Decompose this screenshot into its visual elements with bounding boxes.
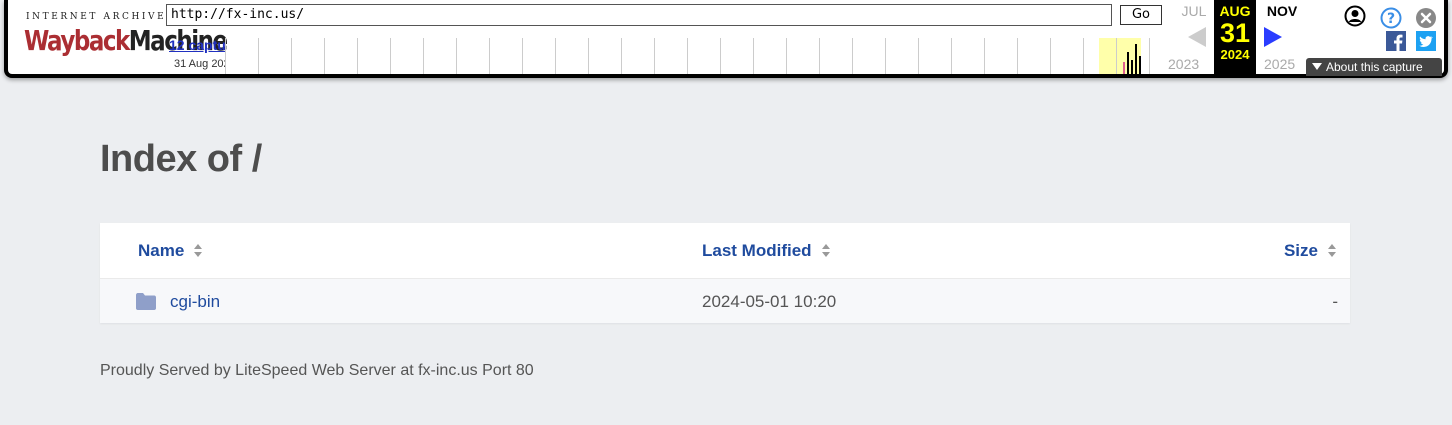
sparkline-year-tick [786,38,787,74]
current-day: 31 [1219,18,1251,48]
column-header-last-modified[interactable]: Last Modified [702,241,832,261]
facebook-icon[interactable] [1386,31,1406,51]
sparkline-year-tick [225,38,226,74]
sparkline-year-tick [555,38,556,74]
captures-date-range: 31 Aug 2024 [174,58,225,70]
go-button[interactable]: Go [1120,5,1162,25]
sparkline-year-tick [522,38,523,74]
page-title: Index of / [100,138,262,180]
sparkline-year-tick [1149,38,1150,74]
file-name-link[interactable]: cgi-bin [170,292,220,312]
caret-down-icon [1312,63,1322,70]
sparkline-year-tick [456,38,457,74]
sort-icon [194,243,204,258]
sparkline-year-tick [1017,38,1018,74]
about-this-capture-label: About this capture [1326,60,1423,74]
sparkline-year-tick [918,38,919,74]
capture-sparkline[interactable] [225,38,1167,74]
sparkline-year-tick [588,38,589,74]
sparkline-year-tick [1083,38,1084,74]
column-header-name-label: Name [138,241,185,260]
server-footer: Proudly Served by LiteSpeed Web Server a… [100,362,534,379]
sparkline-year-tick [291,38,292,74]
internet-archive-label: INTERNET ARCHIVE [26,12,167,22]
sort-icon [821,243,832,258]
sparkline-year-tick [654,38,655,74]
url-input[interactable]: http://fx-inc.us/ [166,4,1112,26]
file-size: - [1332,292,1338,311]
sparkline-year-tick [753,38,754,74]
sparkline-capture-bar [1135,44,1137,74]
prev-year-label[interactable]: 2023 [1168,56,1199,72]
sparkline-capture-bar [1127,52,1129,74]
sparkline-year-tick [720,38,721,74]
column-header-size[interactable]: Size [1284,241,1338,261]
file-last-modified: 2024-05-01 10:20 [702,292,837,311]
sparkline-year-tick [951,38,952,74]
svg-text:?: ? [1387,11,1395,27]
column-header-size-label: Size [1283,241,1318,260]
wordmark-part-wayback: Wayback [24,26,130,58]
sparkline-year-tick [324,38,325,74]
user-icon[interactable] [1344,5,1366,27]
twitter-icon[interactable] [1416,31,1436,51]
sparkline-year-tick [423,38,424,74]
sparkline-year-tick [819,38,820,74]
help-icon[interactable]: ? [1380,7,1402,29]
next-capture-arrow-icon[interactable] [1264,27,1282,47]
current-year: 2024 [1220,47,1250,62]
next-month-label[interactable]: NOV [1262,3,1302,19]
next-year-label[interactable]: 2025 [1264,56,1295,72]
wayback-toolbar: INTERNET ARCHIVE WaybackMachine http://f… [4,0,1448,78]
current-capture-date: AUG 31 2024 [1214,0,1256,74]
sparkline-year-tick [1050,38,1051,74]
sparkline-year-tick [258,38,259,74]
sort-icon [1328,243,1338,258]
wayback-logo[interactable]: INTERNET ARCHIVE WaybackMachine [20,6,228,66]
column-header-name[interactable]: Name [138,241,204,261]
sparkline-year-tick [885,38,886,74]
sparkline-capture-bar [1139,56,1141,74]
column-header-last-modified-label: Last Modified [702,241,812,260]
sparkline-year-tick [984,38,985,74]
captures-link[interactable]: 12 captures [169,37,225,53]
sparkline-capture-bar [1123,62,1125,74]
file-listing-table: Name Last Modified Size cgi-bin 2024-05-… [100,223,1350,323]
sparkline-year-tick [489,38,490,74]
close-icon[interactable] [1415,7,1437,29]
prev-capture-arrow-icon[interactable] [1188,27,1206,47]
sparkline-year-tick [357,38,358,74]
prev-month-label[interactable]: JUL [1178,3,1210,19]
sparkline-year-tick [621,38,622,74]
table-header: Name Last Modified Size [100,223,1350,279]
current-month: AUG [1219,3,1251,19]
about-this-capture-button[interactable]: About this capture [1306,58,1442,76]
folder-icon [136,293,156,310]
sparkline-capture-bar [1131,60,1133,74]
sparkline-year-tick [1116,38,1117,74]
sparkline-year-tick [852,38,853,74]
sparkline-year-tick [687,38,688,74]
sparkline-year-tick [390,38,391,74]
table-row[interactable]: cgi-bin 2024-05-01 10:20 - [100,279,1350,323]
